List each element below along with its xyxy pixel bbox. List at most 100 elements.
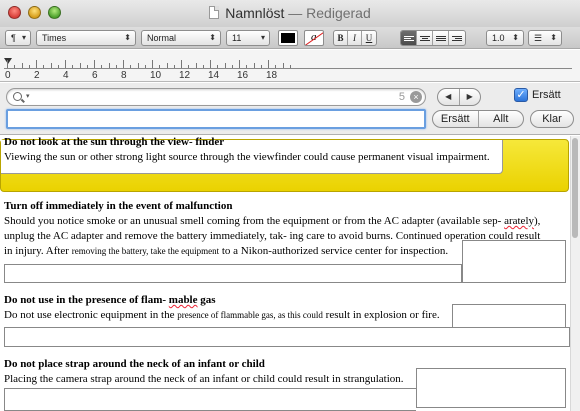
section-body-line: in injury. After removing the battery, t… xyxy=(4,245,449,257)
font-size-combo[interactable]: 11 ▾ xyxy=(226,30,270,46)
match-count: 5 xyxy=(398,91,405,103)
ruler-tick xyxy=(79,63,81,68)
find-navigation: ◀ ▶ xyxy=(437,88,481,106)
clear-icon[interactable]: × xyxy=(410,91,422,103)
section-heading: Do not use in the presence of flam- mabl… xyxy=(4,294,216,306)
highlight-color-well[interactable]: a xyxy=(304,30,324,46)
ruler-tick xyxy=(115,65,117,68)
ruler-tick xyxy=(108,63,110,68)
updown-icon: ⬍ xyxy=(209,33,216,42)
section-body: Viewing the sun or other strong light so… xyxy=(4,151,490,163)
ruler-tick xyxy=(166,63,168,68)
section-body: Do not use electronic equipment in the p… xyxy=(4,309,440,321)
ruler-number: 16 xyxy=(237,70,249,81)
text-color-well[interactable] xyxy=(278,30,298,46)
section-body-line: Should you notice smoke or an unusual sm… xyxy=(4,215,541,227)
section-body: Placing the camera strap around the neck… xyxy=(4,373,404,385)
font-family-select[interactable]: Times ⬍ xyxy=(36,30,136,46)
paragraph-style-menu[interactable]: ¶ ▾ xyxy=(5,30,31,46)
chevron-left-icon[interactable]: ◀ xyxy=(438,89,460,105)
text-style-buttons: B I U xyxy=(333,30,377,46)
document-name: Namnlöst xyxy=(225,5,285,21)
ruler-number: 2 xyxy=(34,70,40,81)
section-heading: Do not look at the sun through the view-… xyxy=(4,136,225,148)
text-box xyxy=(452,304,566,327)
ruler-tick xyxy=(144,65,146,68)
document-text-area[interactable]: Do not look at the sun through the view-… xyxy=(0,136,570,411)
alignment-buttons xyxy=(400,30,466,46)
replace-button[interactable]: Ersätt xyxy=(433,111,479,127)
align-left-button[interactable] xyxy=(401,31,417,45)
ruler-tick xyxy=(36,60,37,68)
ruler-tick xyxy=(195,63,197,68)
align-center-button[interactable] xyxy=(417,31,433,45)
ruler[interactable]: 0 2 4 6 8 10 12 14 16 18 xyxy=(0,50,580,82)
chevron-down-icon: ▾ xyxy=(26,93,30,100)
ruler-tick xyxy=(86,65,88,68)
window-title: Namnlöst — Redigerad xyxy=(0,5,580,21)
align-right-button[interactable] xyxy=(449,31,465,45)
scrollbar-thumb[interactable] xyxy=(572,138,578,238)
font-style-select[interactable]: Normal ⬍ xyxy=(141,30,221,46)
text-box xyxy=(4,327,570,347)
replace-checkbox-label: Ersätt xyxy=(532,89,561,101)
font-size-value: 11 xyxy=(232,33,242,43)
ruler-tick xyxy=(57,65,59,68)
ruler-number: 14 xyxy=(208,70,220,81)
ruler-tick xyxy=(217,65,219,68)
ruler-tick xyxy=(231,65,233,68)
ruler-tick xyxy=(14,65,16,68)
ruler-tick xyxy=(181,60,182,68)
line-spacing-value: 1.0 xyxy=(492,33,505,43)
ruler-tick xyxy=(137,63,139,68)
ruler-number: 8 xyxy=(121,70,127,81)
list-style-menu[interactable]: ☰ ⬍ xyxy=(528,30,562,46)
replace-all-button[interactable]: Allt xyxy=(479,111,524,127)
updown-icon: ⬍ xyxy=(124,33,131,42)
ruler-number: 10 xyxy=(150,70,162,81)
title-separator: — xyxy=(288,5,303,21)
italic-button[interactable]: I xyxy=(348,31,362,45)
title-bar: Namnlöst — Redigerad xyxy=(0,0,580,27)
justify-button[interactable] xyxy=(433,31,449,45)
ruler-tick xyxy=(210,60,211,68)
ruler-tick xyxy=(173,65,175,68)
ruler-tick xyxy=(28,65,30,68)
ruler-tick xyxy=(260,65,262,68)
section-heading: Turn off immediately in the event of mal… xyxy=(4,200,233,212)
list-icon: ☰ xyxy=(534,33,543,43)
ruler-tick xyxy=(289,65,291,68)
ruler-tick xyxy=(152,60,153,68)
chevron-down-icon: ▾ xyxy=(21,33,26,42)
ruler-tick xyxy=(101,65,103,68)
underline-button[interactable]: U xyxy=(362,31,376,45)
replace-checkbox[interactable]: ✓ xyxy=(514,88,528,102)
ruler-number: 6 xyxy=(92,70,98,81)
ruler-tick xyxy=(50,63,52,68)
updown-icon: ⬍ xyxy=(512,33,519,42)
ruler-tick xyxy=(123,60,124,68)
updown-icon: ⬍ xyxy=(550,33,557,42)
ruler-tick xyxy=(224,63,226,68)
left-margin-marker[interactable] xyxy=(4,58,12,64)
done-button[interactable]: Klar xyxy=(530,110,574,128)
search-field[interactable]: ▾ 5 × xyxy=(6,88,426,106)
bold-button[interactable]: B xyxy=(334,31,348,45)
line-spacing-menu[interactable]: 1.0 ⬍ xyxy=(486,30,524,46)
text-box xyxy=(4,264,462,283)
chevron-right-icon[interactable]: ▶ xyxy=(460,89,481,105)
text-box xyxy=(462,240,566,283)
replace-field[interactable] xyxy=(6,109,426,129)
ruler-tick xyxy=(21,63,23,68)
ruler-tick xyxy=(72,65,74,68)
text-box xyxy=(416,368,566,408)
misspelled-word[interactable]: arately xyxy=(504,215,534,227)
font-family-value: Times xyxy=(42,33,67,43)
ruler-tick xyxy=(65,60,66,68)
misspelled-word[interactable]: mable xyxy=(169,294,198,306)
ruler-tick xyxy=(239,60,240,68)
ruler-number: 18 xyxy=(266,70,278,81)
ruler-tick xyxy=(130,65,132,68)
chevron-down-icon: ▾ xyxy=(260,33,265,42)
search-icon xyxy=(13,92,22,101)
